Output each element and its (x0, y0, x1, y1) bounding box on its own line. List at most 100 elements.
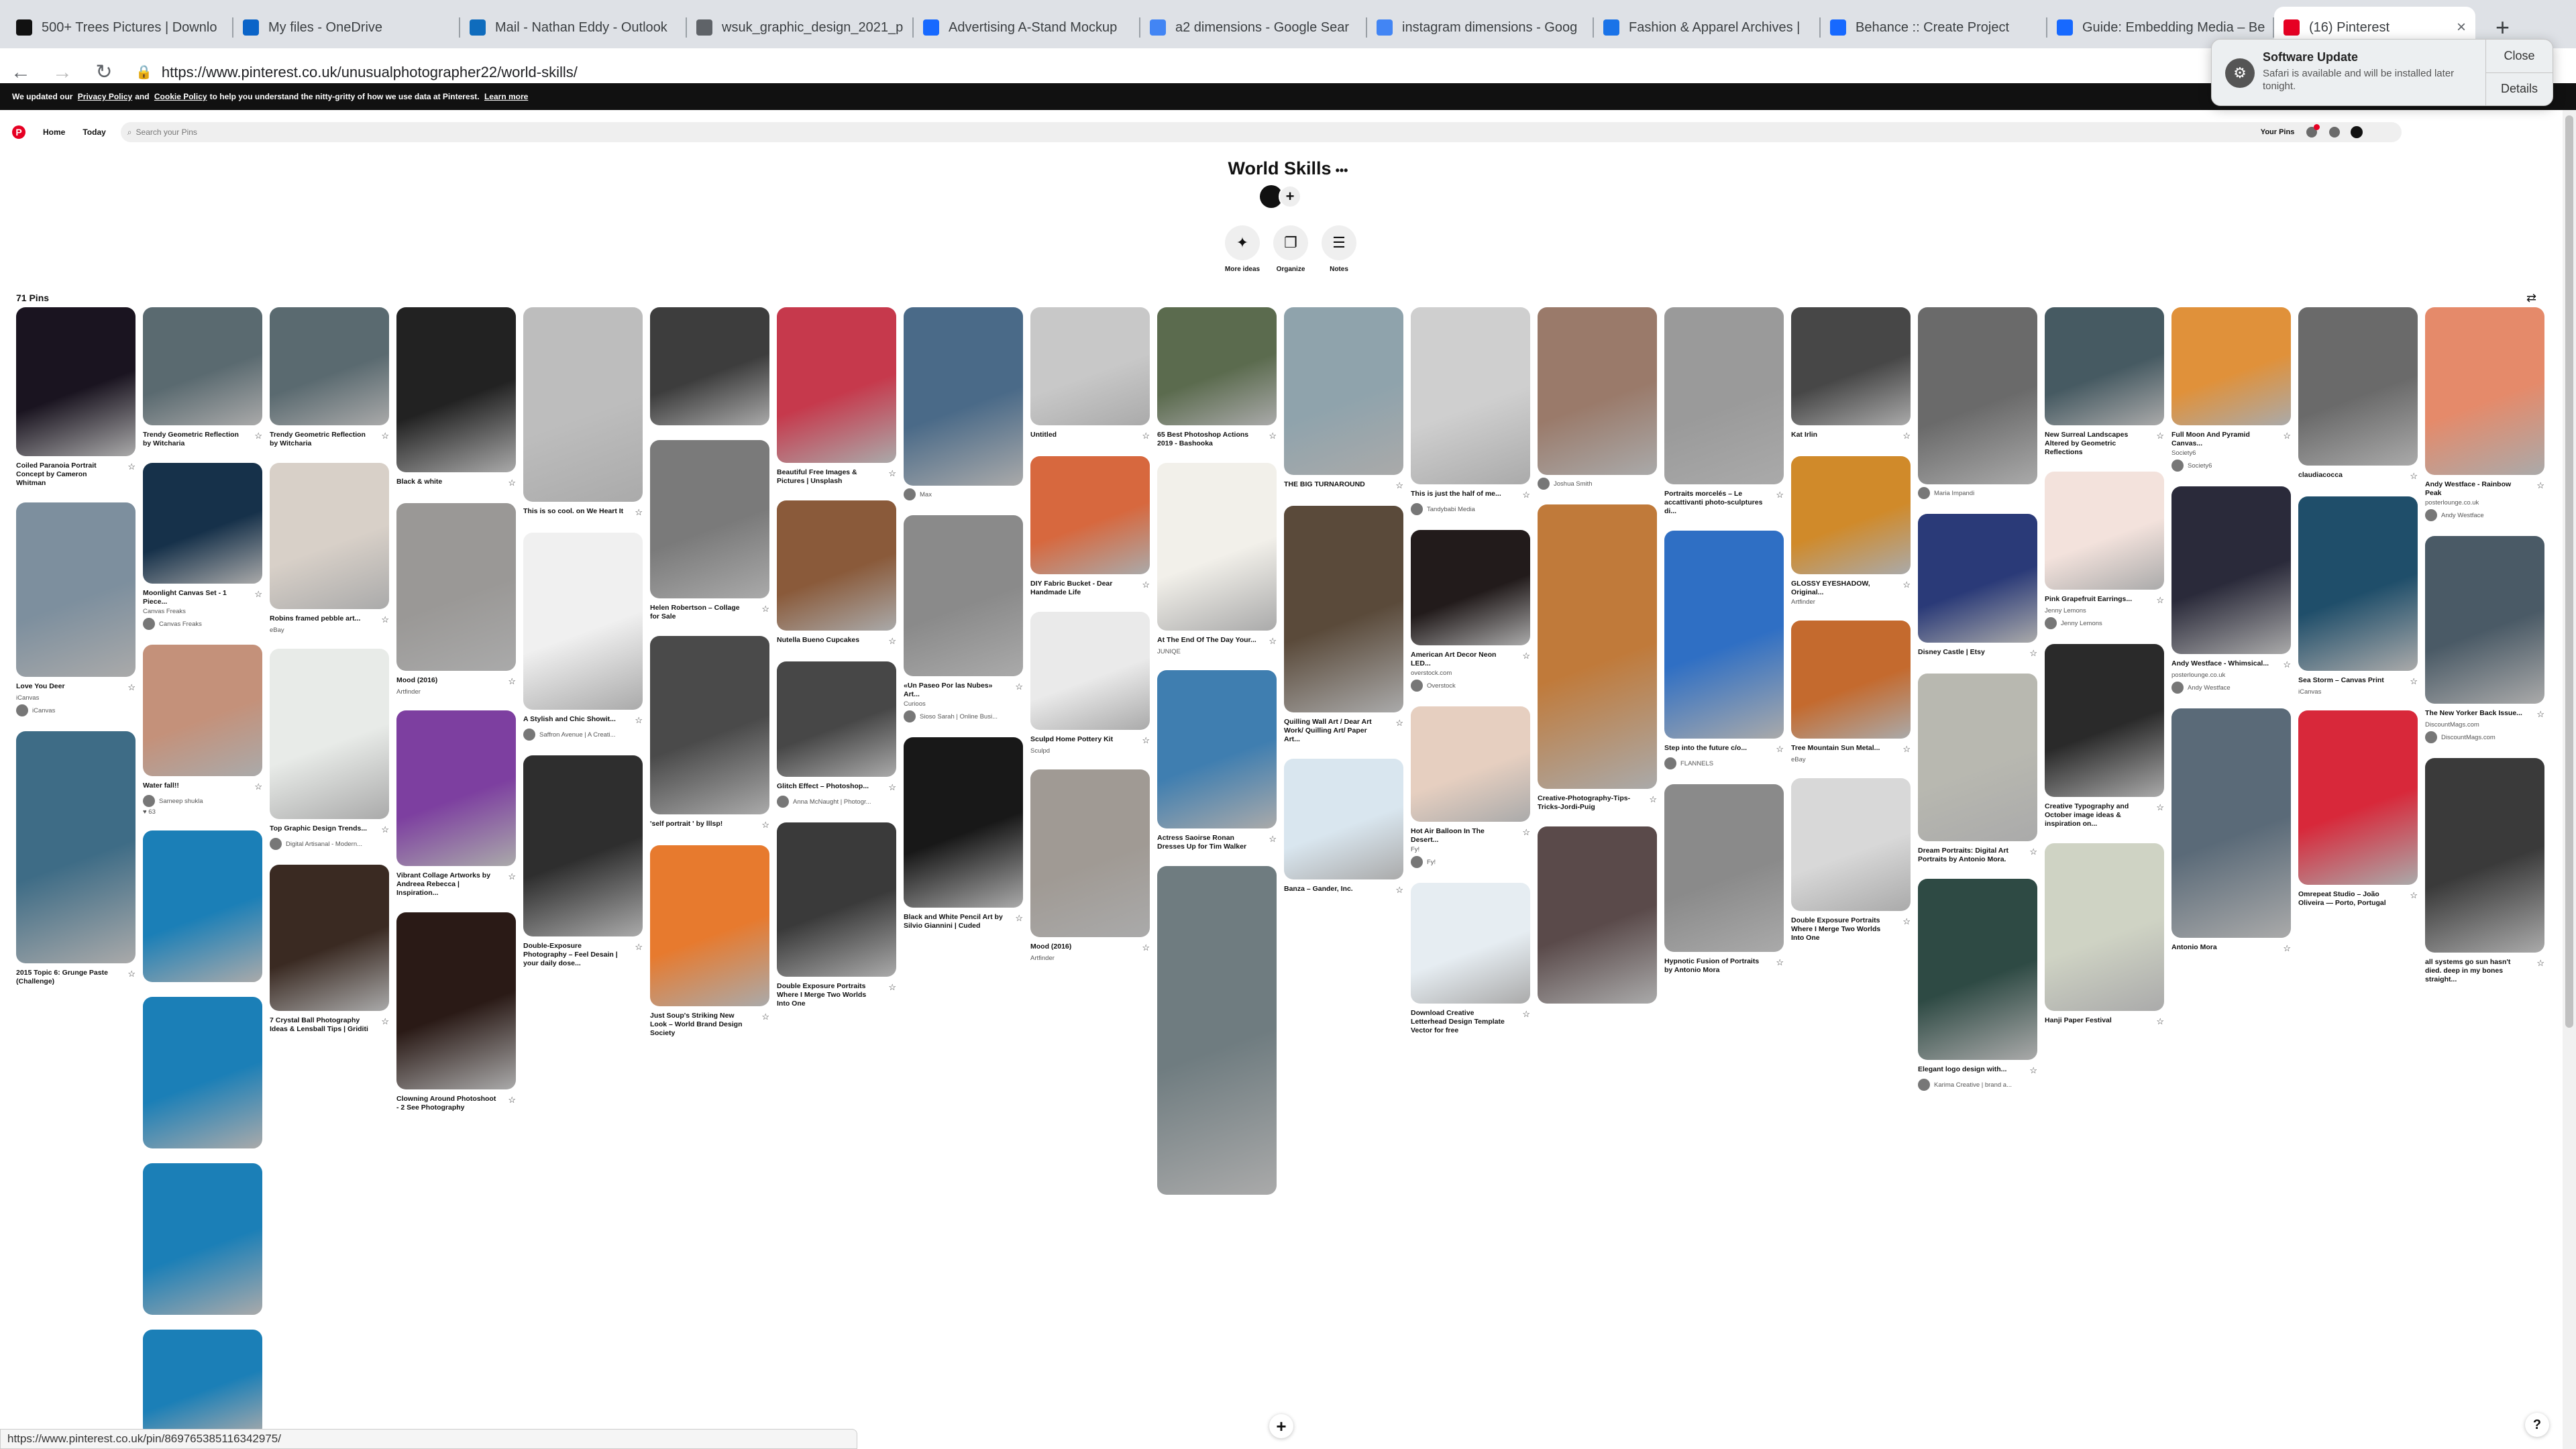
pin-title[interactable]: Water fall!! (143, 782, 244, 790)
pin-title[interactable]: Portraits morcelés – Le accattivanti pho… (1664, 490, 1765, 516)
pin-attribution[interactable]: Max (904, 488, 1023, 500)
pin-image[interactable] (1157, 670, 1277, 828)
pin-more-icon[interactable]: ☆ (1269, 636, 1277, 647)
pin-card[interactable]: 2015 Topic 6: Grunge Paste (Challenge) ☆ (16, 731, 136, 986)
pin-image[interactable] (16, 731, 136, 963)
pin-title[interactable]: 2015 Topic 6: Grunge Paste (Challenge) (16, 969, 117, 986)
pin-more-icon[interactable]: ☆ (2410, 890, 2418, 901)
pin-title[interactable]: Robins framed pebble art... (270, 614, 370, 623)
pin-more-icon[interactable]: ☆ (1649, 794, 1657, 805)
back-button-icon[interactable]: ← (0, 61, 42, 84)
pin-title[interactable]: Andy Westface - Rainbow Peak (2425, 480, 2526, 498)
pin-title[interactable]: DIY Fabric Bucket - Dear Handmade Life (1030, 580, 1131, 597)
pin-card[interactable]: DIY Fabric Bucket - Dear Handmade Life ☆ (1030, 456, 1150, 597)
pin-card[interactable]: Nutella Bueno Cupcakes ☆ (777, 500, 896, 647)
pin-more-icon[interactable]: ☆ (2283, 431, 2291, 441)
pin-card[interactable]: Step into the future c/o... ☆ FLANNELS (1664, 531, 1784, 769)
pin-attribution[interactable]: Andy Westface (2171, 682, 2291, 694)
pin-more-icon[interactable]: ☆ (508, 1095, 516, 1106)
pin-image[interactable] (650, 636, 769, 814)
pin-more-icon[interactable]: ☆ (1395, 480, 1403, 491)
pin-title[interactable]: The New Yorker Back Issue... (2425, 709, 2526, 718)
pin-card[interactable]: Moonlight Canvas Set - 1 Piece... ☆ Canvas… (143, 463, 262, 630)
pin-card[interactable]: Kat Irlin ☆ (1791, 307, 1911, 441)
pin-card[interactable]: Andy Westface - Whimsical... ☆ posterloung… (2171, 486, 2291, 694)
nav-today[interactable]: Today (83, 127, 105, 137)
pin-image[interactable] (650, 845, 769, 1006)
pin-title[interactable]: Trendy Geometric Reflection by Witcharia (143, 431, 244, 448)
tab-close-icon[interactable]: × (2457, 18, 2466, 37)
pin-title[interactable]: claudiacocca (2298, 471, 2399, 480)
pin-title[interactable]: A Stylish and Chic Showit... (523, 715, 624, 724)
pin-title[interactable]: Dream Portraits: Digital Art Portraits b… (1918, 847, 2019, 864)
pin-more-icon[interactable]: ☆ (127, 462, 136, 472)
pin-card[interactable]: Glitch Effect – Photoshop... ☆ Anna McNaug… (777, 661, 896, 808)
pin-image[interactable] (777, 822, 896, 977)
search-input[interactable]: ⌕ Search your Pins (120, 122, 2402, 142)
pin-card[interactable] (1538, 826, 1657, 1004)
pin-title[interactable]: Download Creative Letterhead Design Temp… (1411, 1009, 1511, 1035)
pin-attribution[interactable]: Sameep shukla (143, 795, 262, 807)
pin-more-icon[interactable]: ☆ (254, 431, 262, 441)
pin-image[interactable] (396, 307, 516, 472)
browser-tab[interactable]: instagram dimensions - Goog (1367, 7, 1594, 48)
pin-more-icon[interactable]: ☆ (508, 871, 516, 882)
pin-card[interactable]: Black & white ☆ (396, 307, 516, 488)
pin-title[interactable]: «Un Paseo Por las Nubes» Art... (904, 682, 1004, 699)
pin-more-icon[interactable]: ☆ (254, 782, 262, 792)
pin-image[interactable] (523, 307, 643, 502)
pin-attribution[interactable]: Anna McNaught | Photogr... (777, 796, 896, 808)
pin-image[interactable] (1030, 307, 1150, 425)
pin-card[interactable]: Clowning Around Photoshoot - 2 See Photo… (396, 912, 516, 1112)
reload-button-icon[interactable]: ↻ (83, 60, 125, 84)
pin-image[interactable] (1411, 706, 1530, 822)
pin-more-icon[interactable]: ☆ (1015, 682, 1023, 692)
pin-title[interactable]: New Surreal Landscapes Altered by Geomet… (2045, 431, 2145, 457)
filter-icon[interactable]: ⇄ (2526, 291, 2536, 305)
pin-card[interactable]: Beautiful Free Images & Pictures | Unspl… (777, 307, 896, 486)
pin-image[interactable] (1284, 307, 1403, 475)
pin-card[interactable] (143, 997, 262, 1148)
pin-more-icon[interactable]: ☆ (2029, 648, 2037, 659)
pin-more-icon[interactable]: ☆ (1522, 490, 1530, 500)
scrollbar-thumb[interactable] (2565, 115, 2573, 1028)
pin-image[interactable] (1918, 674, 2037, 841)
pin-attribution[interactable]: Saffron Avenue | A Creati... (523, 729, 643, 741)
pin-image[interactable] (143, 645, 262, 776)
pin-image[interactable] (270, 307, 389, 425)
pin-image[interactable] (650, 440, 769, 598)
pin-card[interactable]: Elegant logo design with... ☆ Karima Creat… (1918, 879, 2037, 1091)
pin-title[interactable]: THE BIG TURNAROUND (1284, 480, 1385, 489)
pin-more-icon[interactable]: ☆ (1142, 943, 1150, 953)
pin-title[interactable]: 65 Best Photoshop Actions 2019 - Bashook… (1157, 431, 1258, 448)
pin-title[interactable]: Clowning Around Photoshoot - 2 See Photo… (396, 1095, 497, 1112)
pin-attribution[interactable]: FLANNELS (1664, 757, 1784, 769)
help-button[interactable]: ? (2525, 1413, 2549, 1437)
pin-card[interactable]: Andy Westface - Rainbow Peak ☆ posterloung… (2425, 307, 2544, 521)
board-tool-organize[interactable]: ❐ Organize (1269, 225, 1312, 273)
pin-card[interactable] (143, 1163, 262, 1315)
pin-image[interactable] (1918, 879, 2037, 1060)
pin-image[interactable] (1030, 456, 1150, 574)
pin-attribution[interactable]: Overstock (1411, 680, 1530, 692)
pin-card[interactable]: Untitled ☆ (1030, 307, 1150, 441)
pin-image[interactable] (777, 500, 896, 631)
pin-card[interactable]: Top Graphic Design Trends... ☆ Digital Art… (270, 649, 389, 850)
pin-image[interactable] (777, 661, 896, 777)
nav-home[interactable]: Home (43, 127, 65, 137)
pin-card[interactable]: This is just the half of me... ☆ Tandybabi… (1411, 307, 1530, 515)
pin-card[interactable]: THE BIG TURNAROUND ☆ (1284, 307, 1403, 491)
pin-more-icon[interactable]: ☆ (2283, 943, 2291, 954)
pin-more-icon[interactable]: ☆ (1395, 885, 1403, 896)
pin-more-icon[interactable]: ☆ (2283, 659, 2291, 670)
pin-title[interactable]: Helen Robertson – Collage for Sale (650, 604, 751, 621)
pin-title[interactable]: Nutella Bueno Cupcakes (777, 636, 877, 645)
pin-title[interactable]: all systems go sun hasn't died. deep in … (2425, 958, 2526, 984)
pin-card[interactable]: all systems go sun hasn't died. deep in … (2425, 758, 2544, 984)
pin-card[interactable]: Antonio Mora ☆ (2171, 708, 2291, 954)
pin-more-icon[interactable]: ☆ (1522, 1009, 1530, 1020)
pin-attribution[interactable]: Canvas Freaks (143, 618, 262, 630)
pin-image[interactable] (1157, 866, 1277, 1195)
close-button[interactable]: Close (2486, 40, 2553, 72)
pin-card[interactable]: Full Moon And Pyramid Canvas... ☆ Society6… (2171, 307, 2291, 472)
